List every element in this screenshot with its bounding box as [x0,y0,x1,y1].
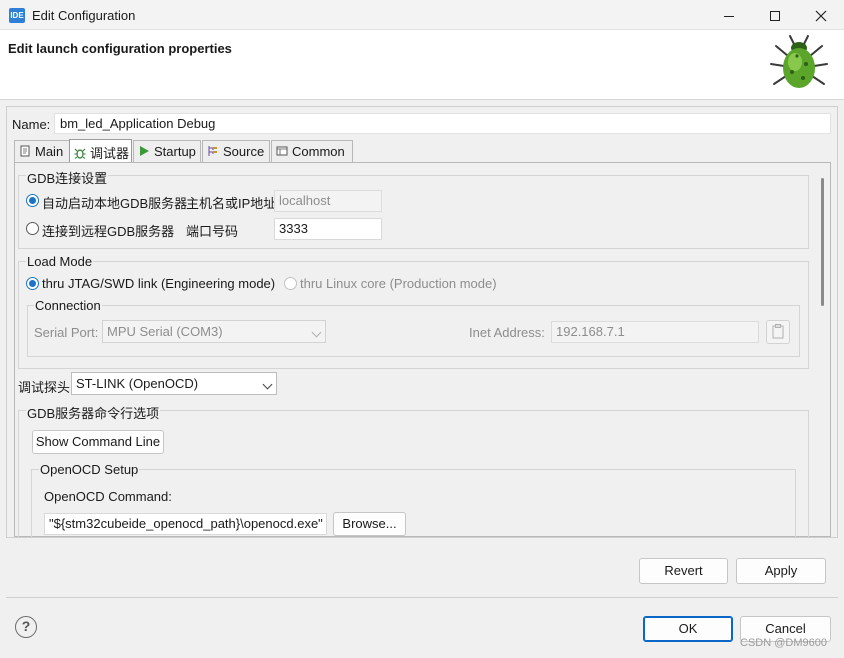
minimize-button[interactable] [706,0,752,30]
tab-startup[interactable]: Startup [133,140,201,162]
gdb-connection-title: GDB连接设置 [26,168,109,187]
show-command-line-button[interactable]: Show Command Line [32,430,164,454]
clipboard-icon [772,324,784,339]
remote-gdb-label: 连接到远程GDB服务器 [42,224,175,239]
openocd-setup-title: OpenOCD Setup [39,462,140,477]
serial-port-label: Serial Port: [34,325,99,340]
title-bar: IDE Edit Configuration [0,0,844,30]
ide-app-icon: IDE [9,8,25,23]
remote-gdb-radio[interactable] [26,222,39,235]
tab-startup-label: Startup [154,144,196,159]
local-gdb-label: 自动启动本地GDB服务器 [42,196,188,211]
source-icon [208,146,217,156]
openocd-command-label: OpenOCD Command: [44,489,172,504]
port-input[interactable]: 3333 [274,218,382,240]
apply-button[interactable]: Apply [736,558,826,584]
port-label: 端口号码 [186,224,239,239]
serial-port-select[interactable]: MPU Serial (COM3) [102,320,326,343]
scrollbar-thumb[interactable] [821,178,824,306]
paste-button[interactable] [766,320,790,344]
tab-source[interactable]: Source [202,140,270,162]
name-label: Name: [12,117,51,132]
watermark-text: CSDN @DM9600 [740,637,827,649]
inet-address-input[interactable]: 192.168.7.1 [551,321,759,343]
startup-icon [140,146,149,156]
common-icon [276,146,288,156]
linux-mode-radio[interactable] [284,277,297,290]
tab-main-label: Main [35,144,64,159]
maximize-icon [770,11,780,22]
jtag-mode-label: thru JTAG/SWD link (Engineering mode) [42,276,276,291]
tab-debugger-label: 调试器 [90,146,130,161]
close-button[interactable] [798,0,844,30]
browse-button[interactable]: Browse... [333,512,406,536]
header-title: Edit launch configuration properties [8,41,232,56]
jtag-mode-radio[interactable] [26,277,39,290]
gdb-server-options-title: GDB服务器命令行选项 [26,403,161,422]
close-icon [815,10,827,22]
name-input[interactable]: bm_led_Application Debug [54,113,831,134]
openocd-command-input[interactable]: "${stm32cubeide_openocd_path}\openocd.ex… [44,513,327,535]
chevron-down-icon [262,379,273,390]
footer-divider [6,597,838,598]
load-mode-title: Load Mode [26,254,94,269]
debug-bug-icon [770,35,828,88]
tab-source-label: Source [223,144,265,159]
window-title: Edit Configuration [32,8,136,23]
revert-button[interactable]: Revert [639,558,728,584]
tab-main[interactable]: Main [14,140,70,162]
inet-address-label: Inet Address: [469,325,545,340]
tab-common[interactable]: Common [271,140,353,162]
linux-mode-label: thru Linux core (Production mode) [300,276,497,291]
probe-label: 调试探头 [18,380,71,395]
chevron-down-icon [311,327,322,338]
dialog-header: Edit launch configuration properties [0,30,844,100]
host-input[interactable]: localhost [274,190,382,212]
help-button[interactable]: ? [15,616,37,638]
serial-port-value: MPU Serial (COM3) [107,324,223,339]
probe-select[interactable]: ST-LINK (OpenOCD) [71,372,277,395]
connection-title: Connection [34,298,102,313]
main-icon [20,145,30,157]
host-label: 主机名或IP地址 [186,196,277,211]
probe-value: ST-LINK (OpenOCD) [76,376,199,391]
help-icon: ? [21,618,31,634]
tab-common-label: Common [292,144,345,159]
debugger-icon [74,148,86,159]
minimize-icon [724,15,734,17]
ok-button[interactable]: OK [643,616,733,642]
maximize-button[interactable] [752,0,798,30]
tab-debugger[interactable]: 调试器 [69,139,132,163]
local-gdb-radio[interactable] [26,194,39,207]
